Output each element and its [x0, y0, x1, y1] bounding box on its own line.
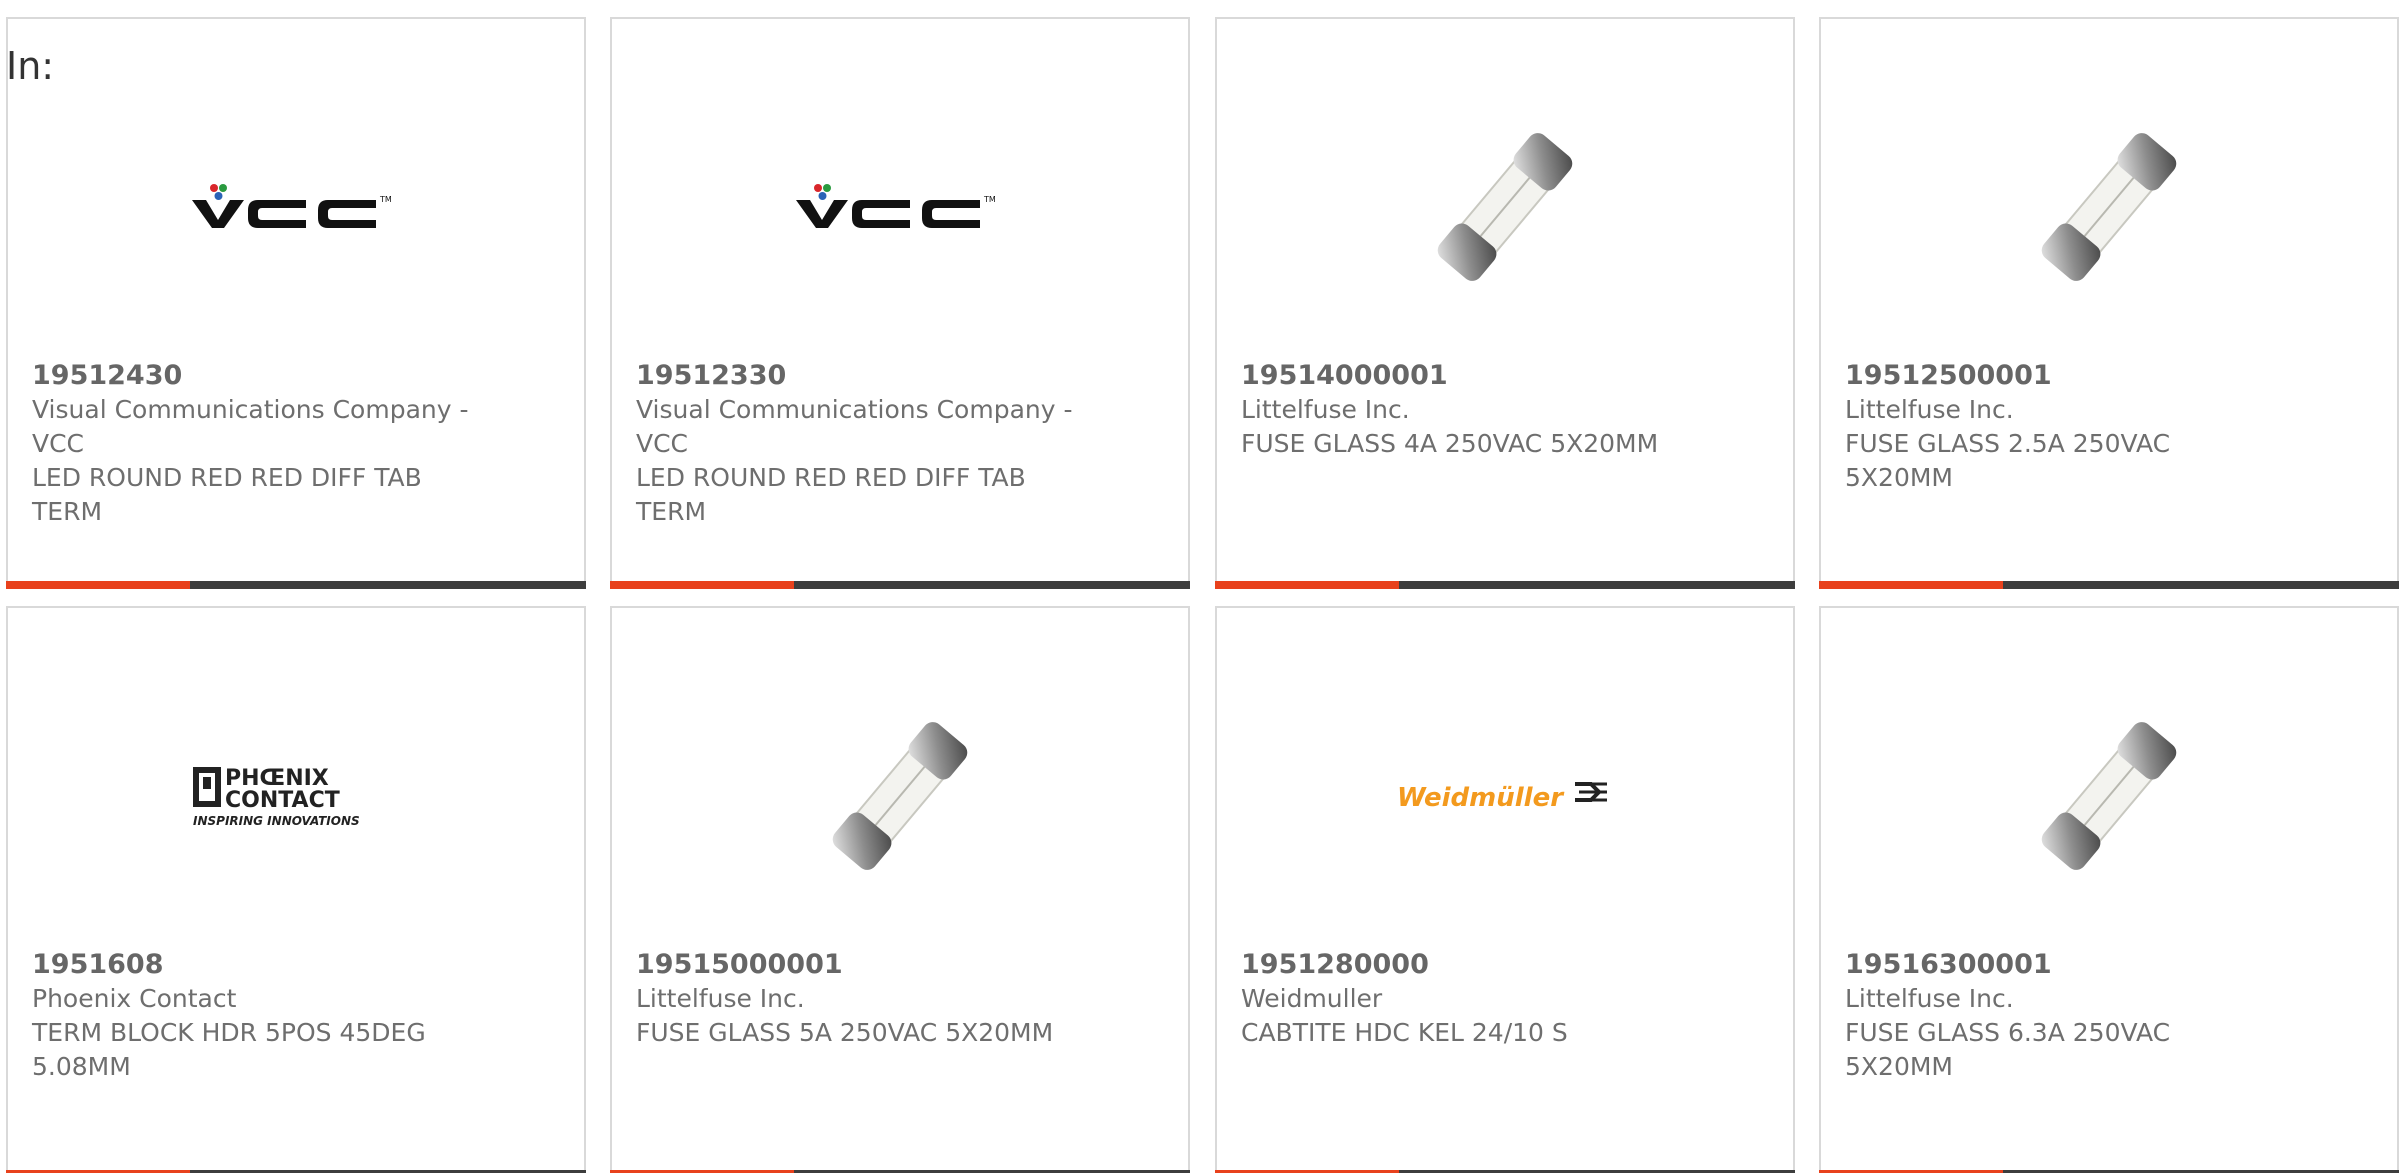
product-description: LED ROUND RED RED DIFF TAB TERM: [32, 463, 422, 526]
phoenix-contact-logo-icon: PHŒNIX CONTACT INSPIRING INNOVATIONS: [193, 766, 360, 828]
manufacturer: Phoenix Contact: [32, 984, 237, 1013]
part-number[interactable]: 19516300001: [1845, 948, 2285, 982]
card-footer-bar: [6, 581, 586, 589]
product-description: FUSE GLASS 6.3A 250VAC 5X20MM: [1845, 1018, 2171, 1081]
product-info: 1951608 Phoenix Contact TERM BLOCK HDR 5…: [32, 948, 472, 1084]
card-accent-bar: [610, 581, 794, 589]
product-image[interactable]: PHŒNIX CONTACT INSPIRING INNOVATIONS: [8, 666, 584, 926]
product-description: FUSE GLASS 5A 250VAC 5X20MM: [636, 1018, 1054, 1047]
part-number[interactable]: 1951280000: [1241, 948, 1681, 982]
svg-text:CONTACT: CONTACT: [225, 788, 340, 813]
product-card[interactable]: TM 19512330 Visual Communications Compan…: [610, 17, 1190, 589]
product-card[interactable]: Weidmüller 1951280000 Weidmuller CABTITE…: [1215, 606, 1795, 1173]
product-card[interactable]: 19512500001 Littelfuse Inc. FUSE GLASS 2…: [1819, 17, 2399, 589]
product-info: 19514000001 Littelfuse Inc. FUSE GLASS 4…: [1241, 359, 1681, 461]
manufacturer: Littelfuse Inc.: [636, 984, 805, 1013]
manufacturer: Littelfuse Inc.: [1241, 395, 1410, 424]
weidmuller-logo-icon: Weidmüller: [1397, 782, 1607, 813]
vcc-logo-icon: TM: [796, 184, 996, 228]
product-card[interactable]: PHŒNIX CONTACT INSPIRING INNOVATIONS 195…: [6, 606, 586, 1173]
product-image[interactable]: [1217, 77, 1793, 337]
product-grid-page: TM 19512430 Visual Communications Compan…: [0, 0, 2400, 1173]
part-number[interactable]: 19512430: [32, 359, 472, 393]
product-description: FUSE GLASS 2.5A 250VAC 5X20MM: [1845, 429, 2171, 492]
svg-text:INSPIRING INNOVATIONS: INSPIRING INNOVATIONS: [193, 814, 360, 828]
product-card[interactable]: 19516300001 Littelfuse Inc. FUSE GLASS 6…: [1819, 606, 2399, 1173]
card-accent-bar: [6, 581, 190, 589]
product-image[interactable]: TM: [612, 77, 1188, 337]
product-description: TERM BLOCK HDR 5POS 45DEG 5.08MM: [32, 1018, 426, 1081]
glass-fuse-icon: [832, 722, 968, 870]
card-accent-bar: [1819, 581, 2003, 589]
part-number[interactable]: 19515000001: [636, 948, 1076, 982]
product-image[interactable]: Weidmüller: [1217, 666, 1793, 926]
glass-fuse-icon: [2041, 133, 2177, 281]
manufacturer: Visual Communications Company - VCC: [636, 395, 1073, 458]
part-number[interactable]: 19514000001: [1241, 359, 1681, 393]
filter-in-label: In:: [6, 44, 55, 88]
svg-text:TM: TM: [983, 195, 996, 204]
product-card[interactable]: 19515000001 Littelfuse Inc. FUSE GLASS 5…: [610, 606, 1190, 1173]
product-description: LED ROUND RED RED DIFF TAB TERM: [636, 463, 1026, 526]
product-description: CABTITE HDC KEL 24/10 S: [1241, 1018, 1568, 1047]
product-info: 19512500001 Littelfuse Inc. FUSE GLASS 2…: [1845, 359, 2285, 495]
card-footer-bar: [1819, 581, 2399, 589]
product-description: FUSE GLASS 4A 250VAC 5X20MM: [1241, 429, 1659, 458]
product-info: 19516300001 Littelfuse Inc. FUSE GLASS 6…: [1845, 948, 2285, 1084]
svg-text:TM: TM: [379, 195, 392, 204]
manufacturer: Visual Communications Company - VCC: [32, 395, 469, 458]
card-footer-bar: [1215, 581, 1795, 589]
product-card[interactable]: TM 19512430 Visual Communications Compan…: [6, 17, 586, 589]
product-image[interactable]: [1821, 77, 2397, 337]
product-info: 19512430 Visual Communications Company -…: [32, 359, 472, 529]
glass-fuse-icon: [1437, 133, 1573, 281]
product-image[interactable]: [612, 666, 1188, 926]
product-card[interactable]: 19514000001 Littelfuse Inc. FUSE GLASS 4…: [1215, 17, 1795, 589]
part-number[interactable]: 19512500001: [1845, 359, 2285, 393]
product-info: 19515000001 Littelfuse Inc. FUSE GLASS 5…: [636, 948, 1076, 1050]
svg-text:Weidmüller: Weidmüller: [1397, 783, 1565, 813]
part-number[interactable]: 1951608: [32, 948, 472, 982]
manufacturer: Weidmuller: [1241, 984, 1383, 1013]
product-image[interactable]: [1821, 666, 2397, 926]
card-accent-bar: [1215, 581, 1399, 589]
product-info: 19512330 Visual Communications Company -…: [636, 359, 1076, 529]
card-footer-bar: [610, 581, 1190, 589]
manufacturer: Littelfuse Inc.: [1845, 984, 2014, 1013]
product-info: 1951280000 Weidmuller CABTITE HDC KEL 24…: [1241, 948, 1681, 1050]
glass-fuse-icon: [2041, 722, 2177, 870]
vcc-logo-icon: TM: [192, 184, 392, 228]
product-image[interactable]: TM: [8, 77, 584, 337]
manufacturer: Littelfuse Inc.: [1845, 395, 2014, 424]
part-number[interactable]: 19512330: [636, 359, 1076, 393]
